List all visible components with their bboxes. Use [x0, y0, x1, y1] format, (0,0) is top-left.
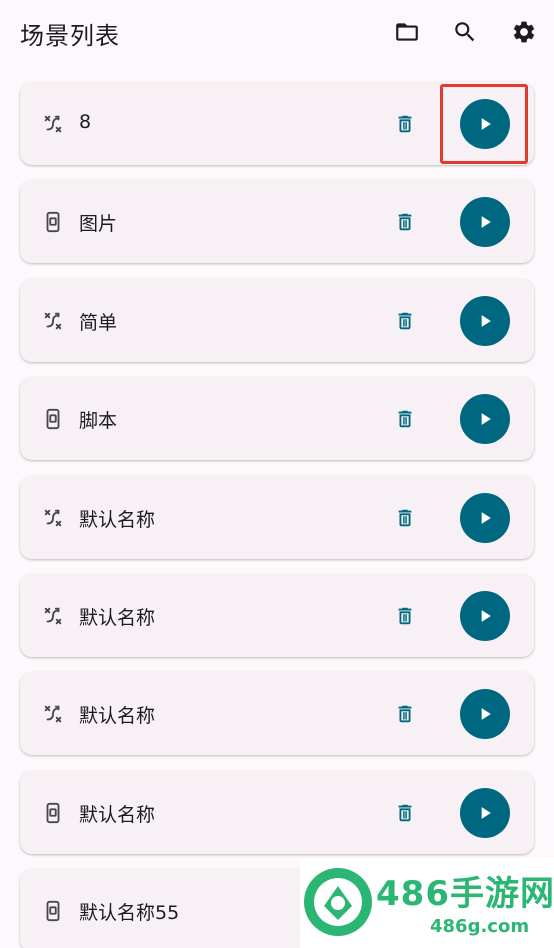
- play-button[interactable]: [460, 99, 510, 149]
- scene-card[interactable]: 默认名称: [20, 672, 534, 756]
- play-icon: [481, 708, 491, 721]
- play-icon: [481, 314, 491, 327]
- scene-name: 图片: [79, 213, 118, 236]
- scene-name: 默认名称: [79, 508, 156, 531]
- watermark-logo-icon: [304, 868, 372, 936]
- play-button[interactable]: [460, 689, 510, 740]
- shuffle-icon: [42, 113, 64, 135]
- phone-screen-icon: [42, 802, 64, 824]
- play-button[interactable]: [460, 394, 510, 445]
- play-icon: [481, 610, 491, 622]
- scene-name: 默认名称55: [79, 902, 180, 925]
- watermark: 486手游网 486g.com: [300, 858, 554, 948]
- delete-icon[interactable]: [394, 703, 416, 725]
- phone-screen-icon: [42, 408, 64, 430]
- scene-name: 默认名称: [79, 705, 156, 728]
- delete-icon[interactable]: [394, 507, 416, 529]
- delete-icon[interactable]: [394, 408, 416, 430]
- play-icon: [481, 413, 491, 426]
- shuffle-icon: [42, 310, 64, 332]
- scene-card[interactable]: 简单: [20, 278, 534, 362]
- scene-card[interactable]: 脚本: [20, 377, 534, 461]
- shuffle-icon: [42, 605, 64, 627]
- phone-screen-icon: [42, 211, 64, 233]
- scene-list: 8 图片 简单 脚本 默认名称 默认名称 默认名称 默认名称 默认名称55: [0, 0, 554, 948]
- delete-icon[interactable]: [394, 211, 416, 233]
- play-button[interactable]: [460, 787, 510, 838]
- app-root: 场景列表 8 图片 简单 脚本 默认名称 默认名称 默认名称 默认名称 默认名称55 486手游: [0, 0, 554, 948]
- scene-card[interactable]: 8: [20, 82, 534, 165]
- scene-name: 默认名称: [79, 607, 156, 629]
- scene-name: 8: [79, 111, 92, 133]
- phone-screen-icon: [42, 900, 64, 922]
- watermark-brand: 486手游网: [376, 874, 554, 914]
- delete-icon[interactable]: [394, 310, 416, 332]
- play-icon: [481, 216, 491, 229]
- delete-icon[interactable]: [394, 605, 416, 627]
- delete-icon[interactable]: [394, 113, 416, 135]
- play-button[interactable]: [460, 492, 510, 543]
- scene-name: 简单: [79, 311, 118, 334]
- play-icon: [481, 511, 491, 524]
- scene-card[interactable]: 图片: [20, 180, 534, 264]
- scene-name: 脚本: [79, 410, 118, 433]
- scene-card[interactable]: 默认名称: [20, 770, 534, 854]
- play-icon: [481, 118, 491, 130]
- play-icon: [481, 806, 491, 819]
- scene-card[interactable]: 默认名称: [20, 475, 534, 559]
- shuffle-icon: [42, 507, 64, 529]
- scene-card[interactable]: 默认名称: [20, 574, 534, 657]
- scene-name: 默认名称: [79, 803, 156, 826]
- play-button[interactable]: [460, 197, 510, 248]
- watermark-url: 486g.com: [430, 916, 530, 937]
- play-button[interactable]: [460, 591, 510, 641]
- delete-icon[interactable]: [394, 802, 416, 824]
- play-button[interactable]: [460, 295, 510, 346]
- shuffle-icon: [42, 703, 64, 725]
